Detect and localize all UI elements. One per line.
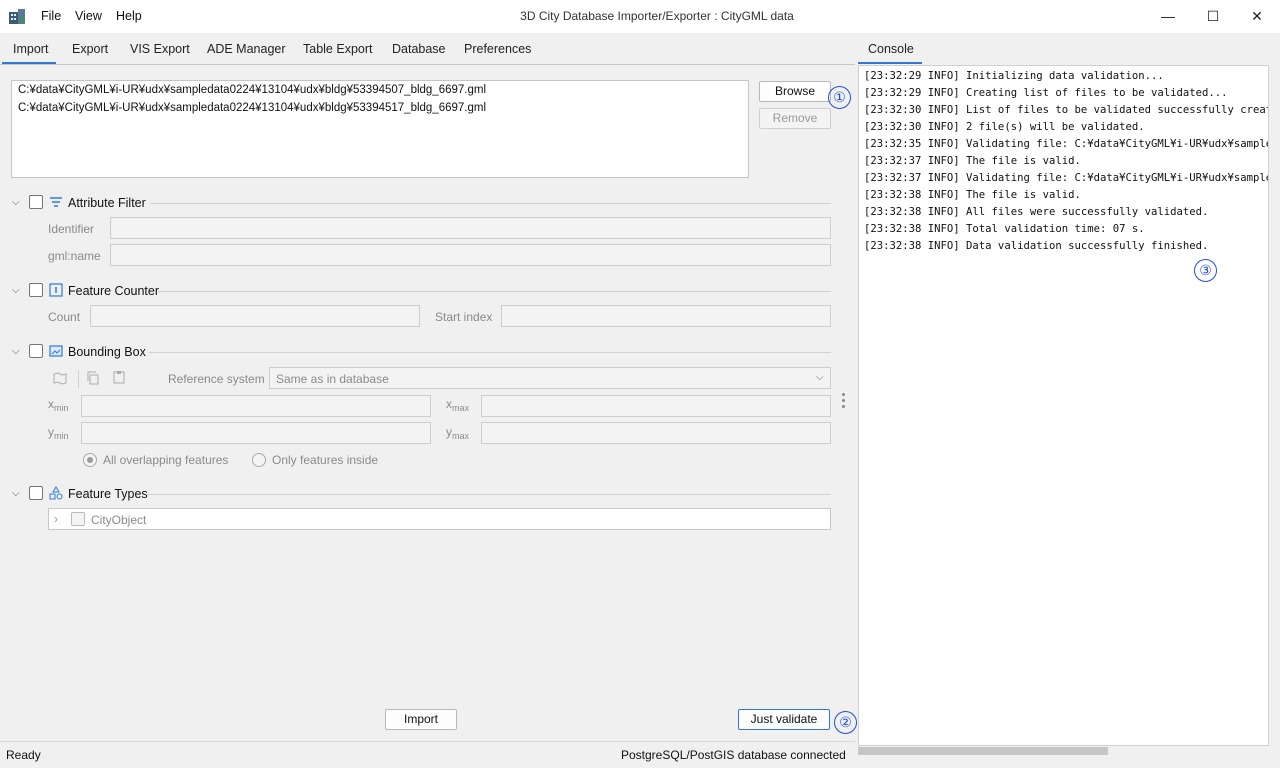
radio-all-overlapping[interactable] — [83, 453, 97, 467]
annotation-3: ③ — [1194, 259, 1217, 282]
map-icon[interactable] — [53, 371, 67, 385]
console-line: [23:32:38 INFO] The file is valid. — [864, 189, 1081, 201]
paste-icon[interactable] — [112, 370, 126, 384]
file-list-item[interactable]: C:¥data¥CityGML¥i-UR¥udx¥sampledata0224¥… — [18, 102, 486, 114]
filter-icon — [49, 195, 63, 209]
tab-console[interactable]: Console — [868, 42, 914, 56]
section-divider — [158, 291, 831, 292]
reference-system-label: Reference system — [168, 372, 265, 386]
chevron-down-icon[interactable]: ⌵ — [12, 488, 20, 499]
tab-vis-export[interactable]: VIS Export — [130, 42, 190, 56]
tab-database[interactable]: Database — [392, 42, 446, 56]
console-line: [23:32:35 INFO] Validating file: C:¥data… — [864, 138, 1269, 150]
annotation-2: ② — [834, 711, 857, 734]
console-line: [23:32:38 INFO] Data validation successf… — [864, 240, 1209, 252]
feature-counter-title: Feature Counter — [68, 284, 160, 298]
console-line: [23:32:37 INFO] Validating file: C:¥data… — [864, 172, 1269, 184]
file-list-item[interactable]: C:¥data¥CityGML¥i-UR¥udx¥sampledata0224¥… — [18, 84, 486, 96]
toolbar-divider — [78, 370, 79, 388]
section-divider — [149, 352, 831, 353]
cityobject-checkbox[interactable] — [71, 512, 85, 526]
copy-icon[interactable] — [86, 371, 100, 385]
identifier-input[interactable] — [110, 217, 831, 239]
console-line: [23:32:38 INFO] Total validation time: 0… — [864, 223, 1145, 235]
console-line: [23:32:30 INFO] 2 file(s) will be valida… — [864, 121, 1145, 133]
console-scrollbar-thumb[interactable] — [858, 747, 1108, 755]
remove-button[interactable]: Remove — [759, 108, 831, 129]
attribute-filter-checkbox[interactable] — [29, 195, 43, 209]
section-divider — [150, 203, 831, 204]
tab-export[interactable]: Export — [72, 42, 108, 56]
status-text: Ready — [6, 748, 41, 762]
start-index-label: Start index — [435, 310, 493, 324]
connection-status: PostgreSQL/PostGIS database connected — [621, 748, 846, 762]
identifier-label: Identifier — [48, 222, 95, 236]
import-button[interactable]: Import — [385, 709, 457, 730]
bounding-box-checkbox[interactable] — [29, 344, 43, 358]
browse-button[interactable]: Browse — [759, 81, 831, 102]
xmin-label: xmin — [48, 397, 69, 413]
reference-system-value: Same as in database — [276, 372, 389, 386]
radio-only-inside[interactable] — [252, 453, 266, 467]
chevron-down-icon[interactable]: ⌵ — [12, 197, 20, 208]
xmax-input[interactable] — [481, 395, 831, 417]
tab-preferences[interactable]: Preferences — [464, 42, 531, 56]
ymin-label: ymin — [48, 425, 69, 441]
feature-types-checkbox[interactable] — [29, 486, 43, 500]
tab-table-export[interactable]: Table Export — [303, 42, 372, 56]
gmlname-label: gml:name — [48, 249, 101, 263]
tab-divider — [0, 64, 855, 65]
minimize-button[interactable]: — — [1158, 6, 1178, 26]
status-divider — [0, 741, 855, 742]
console-line: [23:32:29 INFO] Initializing data valida… — [864, 70, 1164, 82]
annotation-1: ① — [828, 86, 851, 109]
chevron-down-icon[interactable]: ⌵ — [12, 285, 20, 296]
bbox-icon — [49, 344, 63, 358]
chevron-right-icon[interactable]: › — [54, 512, 58, 526]
ymax-label: ymax — [446, 425, 470, 441]
splitter-handle[interactable] — [842, 393, 845, 396]
tab-import[interactable]: Import — [13, 42, 48, 56]
feature-types-title: Feature Types — [68, 487, 148, 501]
cityobject-label: CityObject — [91, 513, 147, 527]
count-input[interactable] — [90, 305, 420, 327]
section-divider — [146, 494, 831, 495]
splitter-handle[interactable] — [842, 405, 845, 408]
attribute-filter-title: Attribute Filter — [68, 196, 146, 210]
file-list[interactable]: C:¥data¥CityGML¥i-UR¥udx¥sampledata0224¥… — [11, 80, 749, 178]
console-line: [23:32:29 INFO] Creating list of files t… — [864, 87, 1228, 99]
feature-counter-checkbox[interactable] — [29, 283, 43, 297]
xmin-input[interactable] — [81, 395, 431, 417]
console-line: [23:32:38 INFO] All files were successfu… — [864, 206, 1209, 218]
radio-all-overlapping-label: All overlapping features — [103, 453, 229, 467]
chevron-down-icon: ⌵ — [816, 372, 824, 383]
bounding-box-title: Bounding Box — [68, 345, 146, 359]
chevron-down-icon[interactable]: ⌵ — [12, 346, 20, 357]
xmax-label: xmax — [446, 397, 470, 413]
ymin-input[interactable] — [81, 422, 431, 444]
ymax-input[interactable] — [481, 422, 831, 444]
console-line: [23:32:30 INFO] List of files to be vali… — [864, 104, 1269, 116]
reference-system-select[interactable]: Same as in database ⌵ — [269, 367, 831, 389]
close-button[interactable]: ✕ — [1247, 6, 1267, 26]
window-title: 3D City Database Importer/Exporter : Cit… — [520, 9, 794, 23]
feature-types-tree[interactable]: › CityObject — [48, 508, 831, 530]
radio-only-inside-label: Only features inside — [272, 453, 379, 467]
tab-ade-manager[interactable]: ADE Manager — [207, 42, 286, 56]
console-line: [23:32:37 INFO] The file is valid. — [864, 155, 1081, 167]
count-label: Count — [48, 310, 81, 324]
counter-icon — [49, 283, 63, 297]
gmlname-input[interactable] — [110, 244, 831, 266]
just-validate-button[interactable]: Just validate — [738, 709, 830, 730]
splitter-handle[interactable] — [842, 399, 845, 402]
console-tab-indicator — [858, 62, 922, 64]
shapes-icon — [49, 486, 63, 500]
maximize-button[interactable]: ☐ — [1203, 6, 1223, 26]
start-index-input[interactable] — [501, 305, 831, 327]
console-output[interactable]: [23:32:29 INFO] Initializing data valida… — [858, 65, 1269, 746]
